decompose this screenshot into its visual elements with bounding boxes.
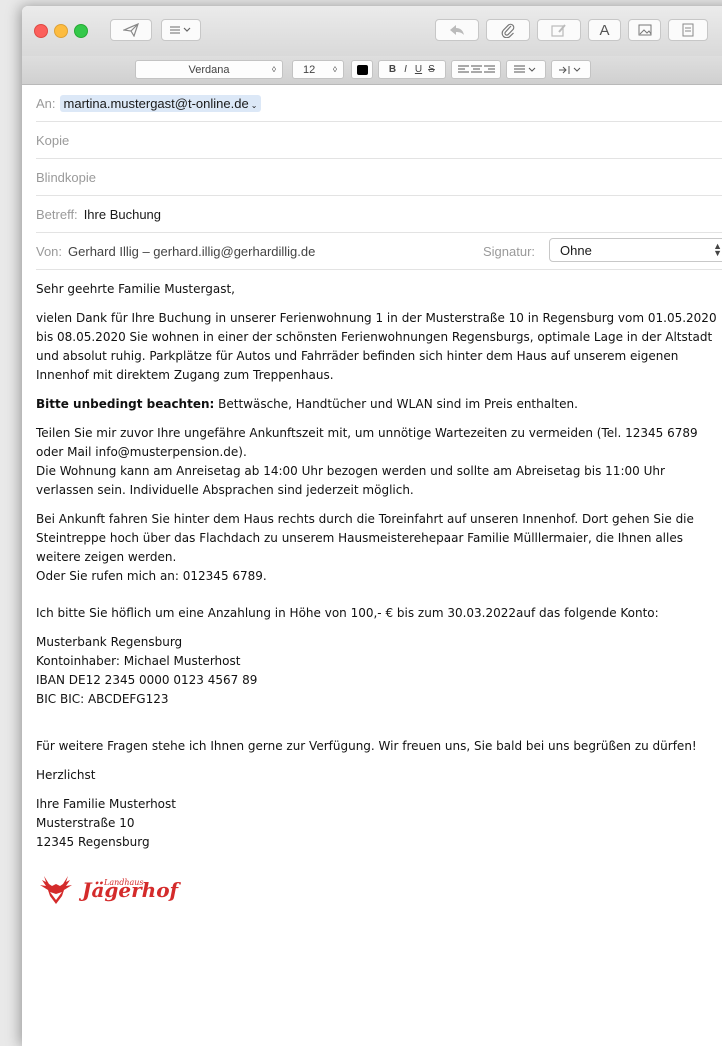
paragraph-deposit: Ich bitte Sie höflich um eine Anzahlung …	[36, 606, 659, 620]
font-select[interactable]: Verdana ◊	[135, 60, 283, 79]
font-size-select[interactable]: 12 ◊	[292, 60, 344, 79]
paragraph-questions: Für weitere Fragen stehe ich Ihnen gerne…	[36, 739, 697, 753]
color-swatch	[356, 64, 368, 75]
align-left-icon[interactable]	[457, 65, 470, 75]
recipient-address: martina.mustergast@t-online.de	[63, 95, 249, 111]
italic-button[interactable]: I	[399, 60, 412, 79]
updown-chevron-icon: ▲ ▼	[713, 241, 722, 258]
to-field[interactable]: An: martina.mustergast@t-online.de ⌄	[36, 85, 722, 122]
reply-arrow-icon	[450, 25, 464, 35]
paperclip-icon	[501, 23, 515, 38]
list-chevron-icon	[170, 26, 191, 34]
align-center-icon[interactable]	[470, 65, 483, 75]
markup-button[interactable]	[537, 19, 581, 41]
sender-signature: Ihre Familie Musterhost Musterstraße 10 …	[36, 797, 176, 849]
cc-field[interactable]: Kopie	[36, 122, 722, 159]
from-field: Von: Gerhard Illig – gerhard.illig@gerha…	[36, 233, 722, 270]
send-button[interactable]	[110, 19, 152, 41]
reply-button[interactable]	[435, 19, 479, 41]
zoom-window-button[interactable]	[74, 24, 88, 38]
document-icon	[682, 23, 694, 37]
logo-small-text: Landhaus	[104, 878, 144, 887]
paragraph-note: Bitte unbedingt beachten: Bettwäsche, Ha…	[36, 395, 722, 414]
text-color-button[interactable]	[351, 60, 373, 79]
deer-head-icon	[40, 876, 72, 904]
photo-browser-button[interactable]	[628, 19, 661, 41]
minimize-window-button[interactable]	[54, 24, 68, 38]
font-size-value: 12	[303, 63, 316, 76]
alignment-group	[451, 60, 501, 79]
font-a-icon: A	[599, 21, 610, 39]
updown-chevron-icon: ◊	[333, 65, 337, 74]
bcc-field[interactable]: Blindkopie	[36, 159, 722, 196]
photo-icon	[638, 24, 651, 36]
to-label: An:	[36, 95, 56, 111]
from-value[interactable]: Gerhard Illig – gerhard.illig@gerhardill…	[68, 244, 315, 259]
pencil-box-icon	[551, 24, 566, 37]
indent-button[interactable]	[551, 60, 591, 79]
signature-label: Signatur:	[483, 243, 536, 259]
paragraph-directions: Bei Ankunft fahren Sie hinter dem Haus r…	[36, 512, 694, 583]
recipient-token[interactable]: martina.mustergast@t-online.de ⌄	[59, 94, 262, 112]
mail-compose-window: A Verdana ◊ 12 ◊ B I U S An: martina.mus…	[22, 6, 722, 1046]
signature-value: Ohne	[560, 242, 592, 258]
align-right-icon[interactable]	[483, 65, 496, 75]
bank-details: Musterbank Regensburg Kontoinhaber: Mich…	[36, 635, 258, 706]
titlebar: A	[22, 6, 722, 56]
note-text: Bettwäsche, Handtücher und WLAN sind im …	[214, 397, 578, 411]
header-fields-menu-button[interactable]	[161, 19, 201, 41]
subject-field[interactable]: Betreff: Ihre Buchung	[36, 196, 722, 233]
subject-value[interactable]: Ihre Buchung	[84, 207, 161, 222]
paragraph-arrival: Teilen Sie mir zuvor Ihre ungefähre Anku…	[36, 426, 698, 497]
font-name: Verdana	[188, 63, 230, 76]
cc-label: Kopie	[36, 132, 70, 148]
paper-plane-icon	[123, 23, 139, 37]
fonts-button[interactable]: A	[588, 19, 621, 41]
attach-button[interactable]	[486, 19, 530, 41]
format-bar: Verdana ◊ 12 ◊ B I U S	[22, 56, 722, 85]
from-label: Von:	[36, 243, 63, 259]
signature-select[interactable]: Ohne ▲ ▼	[549, 238, 722, 262]
underline-button[interactable]: U	[412, 60, 425, 79]
closing: Herzlichst	[36, 768, 96, 782]
paragraph-booking: vielen Dank für Ihre Buchung in unserer …	[36, 311, 717, 382]
subject-label: Betreff:	[36, 206, 78, 222]
close-window-button[interactable]	[34, 24, 48, 38]
logo-wordmark: Landhaus Jägerhof	[82, 878, 178, 903]
list-button[interactable]	[506, 60, 546, 79]
greeting: Sehr geehrte Familie Mustergast,	[36, 282, 235, 296]
indent-icon	[559, 65, 581, 74]
chevron-down-icon: ⌄	[250, 100, 258, 110]
text-style-group: B I U S	[378, 60, 446, 79]
strikethrough-button[interactable]: S	[425, 60, 438, 79]
message-body[interactable]: Sehr geehrte Familie Mustergast, vielen …	[36, 280, 722, 910]
bcc-label: Blindkopie	[36, 169, 96, 185]
note-bold: Bitte unbedingt beachten:	[36, 397, 215, 411]
list-icon	[514, 65, 536, 72]
stationery-button[interactable]	[668, 19, 708, 41]
landhaus-logo: Landhaus Jägerhof	[36, 874, 722, 910]
updown-chevron-icon: ◊	[272, 65, 276, 74]
bold-button[interactable]: B	[386, 60, 399, 79]
